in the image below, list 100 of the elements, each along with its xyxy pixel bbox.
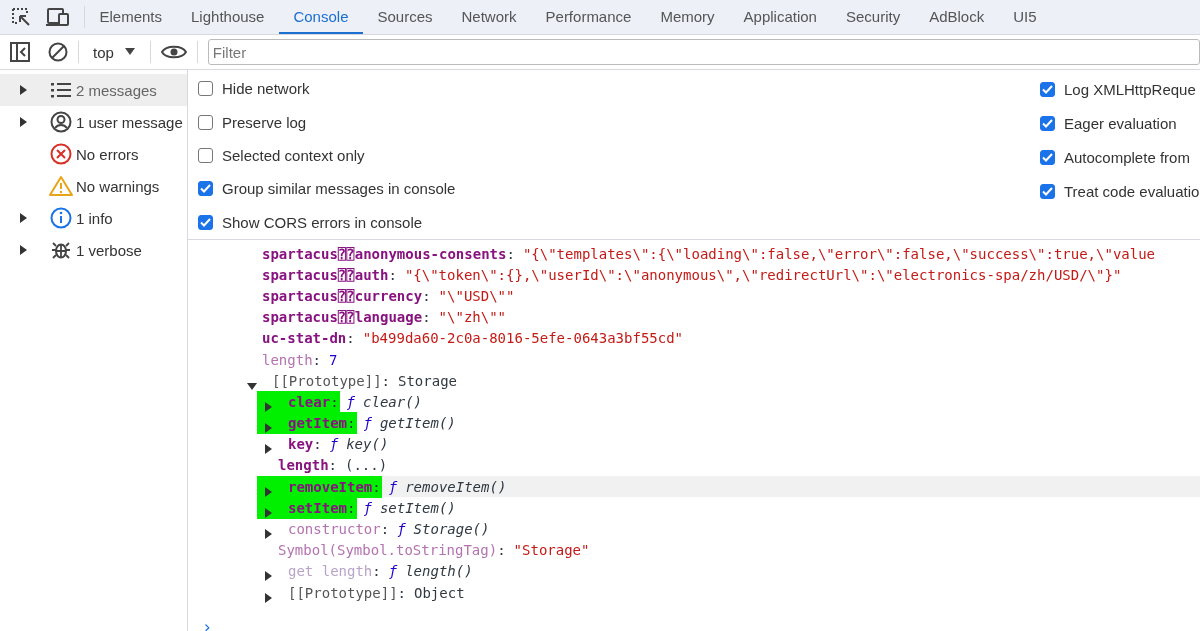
colon-separator: : bbox=[346, 330, 355, 347]
expand-arrow-icon[interactable] bbox=[263, 571, 273, 582]
expand-arrow-icon[interactable] bbox=[263, 486, 273, 497]
property-key: spartacus⍰⍰anonymous-consents bbox=[262, 245, 507, 262]
colon-separator: : bbox=[380, 521, 390, 538]
checkbox-label: Selected context only bbox=[222, 147, 365, 164]
checkbox[interactable] bbox=[198, 214, 213, 230]
devtools-tab[interactable]: AdBlock bbox=[914, 0, 999, 34]
filter-field[interactable]: Filter bbox=[207, 39, 1200, 65]
sidebar-item[interactable]: 1 verbose bbox=[0, 234, 187, 266]
colon-separator: : bbox=[372, 563, 381, 580]
property-value: 7 bbox=[329, 351, 338, 368]
sidebar-item[interactable]: No errors bbox=[0, 138, 187, 170]
sidebar-label: 1 verbose bbox=[76, 241, 142, 259]
checkbox[interactable] bbox=[1040, 81, 1055, 97]
colon-separator: : bbox=[506, 245, 515, 262]
devtools-tab[interactable]: Network bbox=[447, 0, 532, 34]
expand-arrow-icon[interactable] bbox=[263, 529, 273, 540]
eye-icon[interactable] bbox=[160, 43, 187, 61]
checkbox-label: Show CORS errors in console bbox=[222, 213, 423, 231]
devtools-tab[interactable]: UI5 bbox=[998, 0, 1052, 34]
expand-arrow-icon[interactable] bbox=[18, 85, 28, 95]
sidebar-toggle-icon[interactable] bbox=[10, 42, 30, 62]
devtools-tab[interactable]: Elements bbox=[85, 0, 177, 34]
devtools-tab[interactable]: Console bbox=[278, 0, 363, 34]
clear-console-icon[interactable] bbox=[48, 42, 68, 62]
user-icon bbox=[50, 111, 72, 133]
expand-arrow-icon[interactable] bbox=[263, 423, 273, 434]
expand-arrow-icon[interactable] bbox=[263, 507, 273, 518]
expand-arrow-icon[interactable] bbox=[247, 380, 257, 391]
colon-separator: : bbox=[422, 309, 431, 326]
property-value: removeItem() bbox=[405, 478, 507, 495]
context-dropdown[interactable]: top bbox=[89, 43, 140, 61]
property-key: clear bbox=[288, 393, 331, 410]
colon-separator: : bbox=[347, 415, 356, 432]
checkbox[interactable] bbox=[1040, 184, 1055, 200]
function-sign: ƒ bbox=[388, 563, 398, 580]
devtools-tab[interactable]: Security bbox=[831, 0, 915, 34]
sidebar-item[interactable]: 2 messages bbox=[0, 74, 187, 106]
info-icon bbox=[50, 207, 72, 229]
function-sign: ƒ bbox=[363, 499, 372, 516]
property-key: Symbol(Symbol.toStringTag) bbox=[278, 542, 498, 559]
sidebar-label: 1 user message bbox=[76, 113, 183, 131]
devtools-tab[interactable]: Lighthouse bbox=[176, 0, 279, 34]
device-toolbar-icon[interactable] bbox=[46, 6, 70, 28]
property-key: spartacus⍰⍰auth bbox=[262, 266, 389, 283]
inspect-icon[interactable] bbox=[10, 6, 32, 28]
checkbox[interactable] bbox=[198, 81, 213, 97]
property-value: Storage() bbox=[413, 521, 490, 538]
property-value: length() bbox=[405, 563, 473, 580]
property-key: uc-stat-dn bbox=[262, 330, 347, 347]
checkbox-label: Autocomplete from bbox=[1064, 148, 1190, 166]
expand-arrow-icon[interactable] bbox=[18, 245, 28, 255]
sidebar-item[interactable]: 1 user message bbox=[0, 106, 187, 138]
sidebar-item[interactable]: No warnings bbox=[0, 170, 187, 202]
list-icon bbox=[50, 80, 72, 100]
checkbox-label: Log XMLHttpReque bbox=[1064, 80, 1196, 98]
devtools-tab[interactable]: Sources bbox=[363, 0, 447, 34]
property-key: [[Prototype]] bbox=[272, 372, 382, 389]
checkbox[interactable] bbox=[198, 181, 213, 197]
property-value: Object bbox=[414, 584, 465, 601]
function-sign: ƒ bbox=[346, 393, 356, 410]
sidebar-label: 2 messages bbox=[76, 81, 157, 99]
warning-icon bbox=[49, 175, 73, 197]
sidebar-label: No warnings bbox=[76, 177, 160, 195]
expand-arrow-icon[interactable] bbox=[263, 401, 273, 412]
expand-arrow-icon[interactable] bbox=[263, 444, 273, 455]
property-key: setItem bbox=[288, 499, 347, 516]
property-value: "\"USD\"" bbox=[438, 287, 515, 304]
property-key: removeItem bbox=[288, 478, 373, 495]
property-key: spartacus⍰⍰currency bbox=[262, 287, 423, 304]
devtools-tab[interactable]: Memory bbox=[645, 0, 730, 34]
checkbox[interactable] bbox=[1040, 115, 1055, 131]
property-value: "\"zh\"" bbox=[438, 309, 507, 326]
expand-arrow-icon[interactable] bbox=[18, 117, 28, 127]
colon-separator: : bbox=[388, 266, 397, 283]
colon-separator: : bbox=[330, 393, 339, 410]
property-key: length bbox=[278, 457, 329, 474]
expand-arrow-icon[interactable] bbox=[263, 592, 273, 603]
property-key: [[Prototype]] bbox=[288, 584, 398, 601]
colon-separator: : bbox=[422, 287, 431, 304]
devtools-tab[interactable]: Performance bbox=[531, 0, 646, 34]
sidebar-label: No errors bbox=[76, 145, 139, 163]
expand-arrow-icon[interactable] bbox=[18, 213, 28, 223]
sidebar-item[interactable]: 1 info bbox=[0, 202, 187, 234]
property-value: clear() bbox=[363, 393, 423, 410]
checkbox[interactable] bbox=[198, 114, 213, 130]
property-value: (...) bbox=[345, 457, 388, 474]
devtools-tab[interactable]: Application bbox=[729, 0, 832, 34]
function-sign: ƒ bbox=[363, 415, 372, 432]
function-sign: ƒ bbox=[397, 521, 406, 538]
colon-separator: : bbox=[347, 499, 356, 516]
checkbox[interactable] bbox=[198, 148, 213, 163]
caret-icon bbox=[123, 47, 136, 57]
sidebar-label: 1 info bbox=[76, 209, 113, 227]
function-sign: ƒ bbox=[329, 436, 339, 453]
checkbox[interactable] bbox=[1040, 149, 1055, 165]
property-value: "{\"templates\":{\"loading\":false,\"error\":false,\"success\":true,\"value bbox=[522, 245, 1156, 262]
bug-icon bbox=[51, 240, 71, 260]
error-icon bbox=[50, 143, 72, 165]
